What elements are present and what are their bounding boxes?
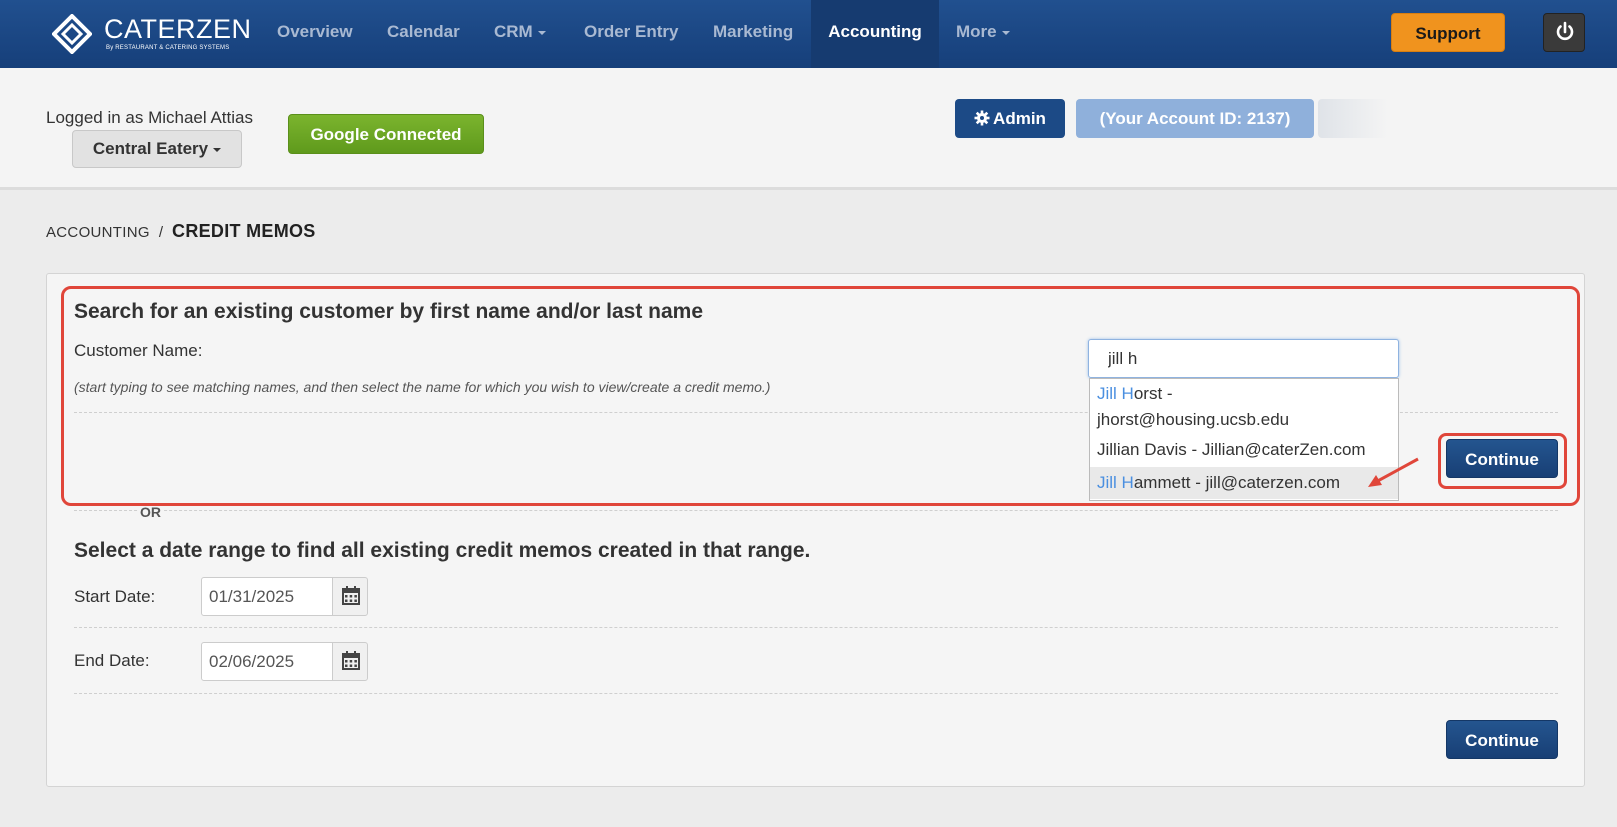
caret-down-icon — [537, 30, 546, 35]
breadcrumb: ACCOUNTING / CREDIT MEMOS — [46, 221, 316, 242]
or-divider — [74, 510, 1558, 511]
start-date-label: Start Date: — [74, 587, 156, 606]
calendar-icon — [342, 586, 360, 605]
account-id-badge: (Your Account ID: 2137) — [1076, 99, 1314, 138]
top-navbar: CATERZEN By RESTAURANT & CATERING SYSTEM… — [0, 0, 1617, 68]
caret-down-icon — [213, 147, 222, 152]
date-range-heading: Select a date range to find all existing… — [74, 539, 811, 562]
start-date-calendar-button[interactable] — [332, 577, 368, 616]
date-range-continue-button[interactable]: Continue — [1446, 720, 1558, 759]
nav-marketing[interactable]: Marketing — [713, 0, 793, 68]
logo-diamond-icon — [52, 14, 92, 54]
divider — [74, 693, 1558, 694]
nav-overview-label: Overview — [277, 22, 353, 41]
nav-calendar-label: Calendar — [387, 22, 460, 41]
nav-accounting-label: Accounting — [828, 22, 922, 41]
nav-more-label: More — [956, 22, 997, 41]
or-label: OR — [138, 504, 163, 520]
divider — [74, 627, 1558, 628]
end-date-input[interactable]: 02/06/2025 — [201, 642, 333, 681]
breadcrumb-separator: / — [158, 224, 164, 241]
annotation-arrow-icon — [1368, 457, 1419, 487]
location-dropdown[interactable]: Central Eatery — [72, 130, 242, 168]
power-icon — [1556, 21, 1574, 41]
nav-crm[interactable]: CRM — [494, 0, 546, 68]
nav-calendar[interactable]: Calendar — [387, 0, 460, 68]
redacted-area — [1318, 99, 1388, 138]
logo-tagline: By RESTAURANT & CATERING SYSTEMS — [106, 45, 230, 51]
user-header: Logged in as Michael Attias Central Eate… — [0, 68, 1617, 190]
page-title: CREDIT MEMOS — [172, 221, 316, 241]
highlight-box — [61, 286, 1580, 506]
logo-wordmark: CATERZEN — [104, 14, 252, 44]
nav-accounting[interactable]: Accounting — [811, 0, 939, 68]
admin-label: Admin — [993, 109, 1046, 128]
nav-more[interactable]: More — [956, 0, 1010, 68]
logout-button[interactable] — [1543, 13, 1585, 52]
google-connected-button[interactable]: Google Connected — [288, 114, 484, 154]
end-date-label: End Date: — [74, 651, 150, 670]
nav-crm-label: CRM — [494, 22, 533, 41]
caret-down-icon — [1001, 30, 1010, 35]
caterzen-logo[interactable]: CATERZEN By RESTAURANT & CATERING SYSTEM… — [52, 12, 251, 56]
nav-marketing-label: Marketing — [713, 22, 794, 41]
support-button[interactable]: Support — [1391, 13, 1505, 52]
breadcrumb-accounting[interactable]: ACCOUNTING — [46, 224, 150, 241]
nav-order-entry[interactable]: Order Entry — [584, 0, 678, 68]
location-label: Central Eatery — [92, 139, 209, 158]
nav-order-entry-label: Order Entry — [584, 22, 679, 41]
admin-button[interactable]: Admin — [955, 99, 1065, 138]
end-date-calendar-button[interactable] — [332, 642, 368, 681]
start-date-input[interactable]: 01/31/2025 — [201, 577, 333, 616]
gear-icon — [974, 110, 990, 126]
calendar-icon — [342, 651, 360, 670]
logged-in-text: Logged in as Michael Attias — [46, 108, 253, 127]
highlight-continue-box — [1438, 433, 1567, 489]
nav-overview[interactable]: Overview — [277, 0, 353, 68]
